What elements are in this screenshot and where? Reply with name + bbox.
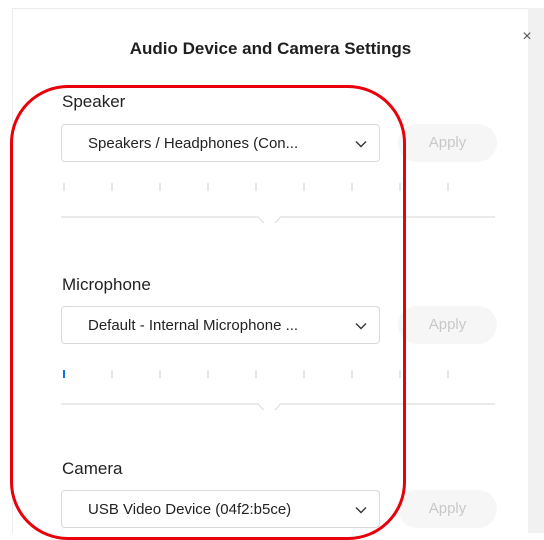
speaker-label: Speaker	[62, 92, 126, 111]
camera-select[interactable]: USB Video Device (04f2:b5ce)	[61, 490, 380, 528]
speaker-select-value: Speakers / Headphones (Con...	[88, 135, 299, 152]
microphone-label: Microphone	[62, 275, 151, 294]
speaker-select[interactable]: Speakers / Headphones (Con...	[61, 124, 380, 162]
microphone-volume-meter[interactable]	[61, 370, 495, 410]
dialog-title: Audio Device and Camera Settings	[129, 39, 412, 58]
background-panel	[527, 8, 544, 533]
chevron-down-icon	[355, 507, 367, 514]
speaker-volume-meter[interactable]	[61, 183, 495, 223]
camera-select-value: USB Video Device (04f2:b5ce)	[88, 501, 292, 518]
volume-slider-track[interactable]	[61, 403, 495, 410]
close-icon[interactable]: ×	[519, 29, 535, 45]
chevron-down-icon	[355, 323, 367, 330]
chevron-down-icon	[355, 141, 367, 148]
microphone-select[interactable]: Default - Internal Microphone ...	[61, 306, 380, 344]
settings-dialog: Audio Device and Camera Settings ×	[12, 8, 532, 533]
camera-apply-button[interactable]: Apply	[398, 490, 497, 528]
microphone-select-value: Default - Internal Microphone ...	[88, 317, 299, 334]
volume-slider-track[interactable]	[61, 216, 495, 223]
microphone-apply-button[interactable]: Apply	[398, 306, 497, 344]
camera-label: Camera	[62, 459, 123, 478]
speaker-apply-button[interactable]: Apply	[398, 124, 497, 162]
